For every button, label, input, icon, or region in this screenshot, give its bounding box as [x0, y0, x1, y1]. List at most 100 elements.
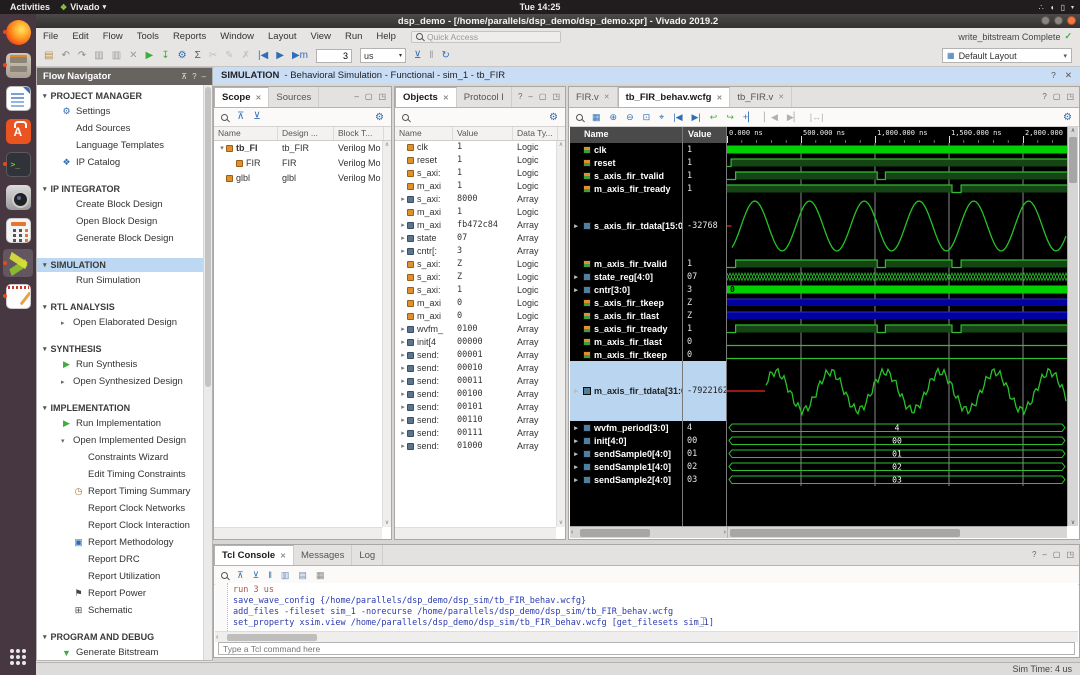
gear-icon[interactable]: ⚙: [549, 112, 558, 123]
title-bar[interactable]: dsp_demo - [/home/parallels/dsp_demo/dsp…: [36, 14, 1080, 28]
column-header-design[interactable]: Design ...: [278, 127, 334, 140]
close-icon[interactable]: ✕: [443, 94, 449, 102]
scope-hscrollbar[interactable]: [214, 527, 382, 539]
signal-value[interactable]: 1: [683, 182, 726, 195]
column-header-name[interactable]: Name: [214, 127, 278, 140]
signal-value[interactable]: 1: [683, 257, 726, 270]
zoom-fit-icon[interactable]: ⊡: [643, 113, 651, 122]
signal-name-row[interactable]: ▸m_axis_fir_tdata[31:0]: [570, 361, 682, 421]
panel-button[interactable]: ✕: [1065, 70, 1072, 81]
signal-value[interactable]: 01: [683, 447, 726, 460]
prev-marker-icon[interactable]: ▏◀: [764, 113, 778, 122]
panel-button[interactable]: ?: [192, 72, 196, 81]
network-icon[interactable]: ∴: [1039, 3, 1044, 12]
step-icon[interactable]: ⊻: [414, 51, 421, 61]
run-for-icon[interactable]: ▶m: [292, 51, 308, 61]
signal-name-row[interactable]: s_axis_fir_tvalid: [570, 169, 682, 182]
flow-item-report-utilization[interactable]: Report Utilization: [37, 568, 203, 585]
signal-value[interactable]: 0: [683, 335, 726, 348]
panel-button[interactable]: ▢: [1053, 550, 1061, 559]
flow-item-run-implementation[interactable]: ▶Run Implementation: [37, 415, 203, 432]
close-icon[interactable]: ✕: [256, 94, 262, 102]
prev-transition-icon[interactable]: |◀: [673, 113, 682, 122]
wave-plot-area[interactable]: 0400010203: [727, 143, 1067, 526]
wave-timeline[interactable]: 0.000 ns500.000 ns1,000.000 ns1,500.000 …: [727, 127, 1067, 143]
minimize-button[interactable]: [1041, 16, 1050, 25]
files-launcher[interactable]: [3, 51, 33, 79]
signal-value[interactable]: -7922162: [683, 361, 726, 421]
panel-button[interactable]: –: [202, 72, 206, 81]
flow-section-ip-integrator[interactable]: ▾IP INTEGRATOR: [37, 182, 203, 196]
tcl-tab-tcl-console[interactable]: Tcl Console✕: [214, 545, 294, 565]
signal-name-row[interactable]: ▸wvfm_period[3:0]: [570, 421, 682, 434]
search-icon[interactable]: [402, 114, 409, 121]
flow-section-rtl-analysis[interactable]: ▾RTL ANALYSIS: [37, 300, 203, 314]
flow-item-generate-block-design[interactable]: Generate Block Design: [37, 230, 203, 247]
menu-view[interactable]: View: [304, 31, 338, 42]
scope-row[interactable]: FIRFIRVerilog Mo: [214, 156, 382, 171]
wave-tab-tb-fir-v[interactable]: tb_FIR.v✕: [730, 87, 792, 107]
close-icon[interactable]: ✕: [778, 93, 784, 101]
panel-button[interactable]: ◳: [1066, 550, 1074, 559]
signal-name-row[interactable]: reset: [570, 156, 682, 169]
flow-item-schematic[interactable]: ⊞Schematic: [37, 602, 203, 619]
objects-row[interactable]: ▸send:00010Array: [395, 362, 556, 375]
menu-edit[interactable]: Edit: [65, 31, 95, 42]
close-button[interactable]: [1067, 16, 1076, 25]
signal-name-row[interactable]: s_axis_fir_tlast: [570, 309, 682, 322]
objects-row[interactable]: clk1Logic: [395, 141, 556, 154]
scope-tab-scope[interactable]: Scope✕: [214, 87, 269, 107]
signal-name-row[interactable]: ▸sendSample0[4:0]: [570, 447, 682, 460]
close-icon[interactable]: ✕: [716, 94, 722, 102]
cut-icon[interactable]: ✂: [209, 51, 217, 61]
copy-icon[interactable]: ▥: [94, 51, 103, 61]
next-transition-icon[interactable]: ▶|: [692, 113, 701, 122]
signal-value[interactable]: 0: [683, 348, 726, 361]
objects-tab-objects[interactable]: Objects✕: [395, 87, 457, 107]
gear-icon[interactable]: ⚙: [1063, 112, 1072, 123]
objects-row[interactable]: reset1Logic: [395, 154, 556, 167]
search-icon[interactable]: [576, 114, 583, 121]
tcl-output[interactable]: run 3 ussave_wave_config {/home/parallel…: [215, 583, 1078, 631]
calculator-launcher[interactable]: [3, 216, 33, 244]
panel-button[interactable]: ▢: [365, 92, 373, 101]
sum-icon[interactable]: Σ: [195, 51, 201, 61]
flow-item-open-elaborated-design[interactable]: ▸Open Elaborated Design: [37, 314, 203, 331]
signal-value[interactable]: Z: [683, 309, 726, 322]
vivado-launcher[interactable]: [3, 249, 33, 277]
tcl-command-input[interactable]: [218, 642, 1075, 655]
objects-hscrollbar[interactable]: [395, 527, 556, 539]
menu-run[interactable]: Run: [338, 31, 369, 42]
redo-icon[interactable]: ↷: [78, 51, 86, 61]
flow-section-project-manager[interactable]: ▾PROJECT MANAGER: [37, 89, 203, 103]
flow-item-language-templates[interactable]: Language Templates: [37, 137, 203, 154]
layout-select[interactable]: ▦ Default Layout ▾: [942, 48, 1072, 63]
panel-button[interactable]: –: [528, 92, 532, 101]
flow-item-report-clock-interaction[interactable]: Report Clock Interaction: [37, 517, 203, 534]
libreoffice-writer-launcher[interactable]: [3, 84, 33, 112]
tcl-tab-messages[interactable]: Messages: [294, 545, 352, 565]
objects-row[interactable]: ▸cntr[:3Array: [395, 245, 556, 258]
objects-row[interactable]: ▸wvfm_0100Array: [395, 323, 556, 336]
objects-row[interactable]: s_axi:1Logic: [395, 284, 556, 297]
notes-launcher[interactable]: [3, 282, 33, 310]
column-header-name[interactable]: Name: [395, 127, 453, 140]
column-header-value[interactable]: Value: [453, 127, 513, 140]
signal-name-row[interactable]: ▸state_reg[4:0]: [570, 270, 682, 283]
objects-row[interactable]: m_axi1Logic: [395, 206, 556, 219]
open-folder-icon[interactable]: ▤: [44, 51, 53, 61]
objects-tab-protocol-i[interactable]: Protocol I: [457, 87, 512, 107]
panel-button[interactable]: –: [1042, 550, 1046, 559]
step-into-icon[interactable]: ↧: [161, 51, 169, 61]
pause-icon[interactable]: ‖: [268, 571, 272, 580]
show-applications-launcher[interactable]: [3, 643, 33, 671]
objects-row[interactable]: ▸send:01000Array: [395, 440, 556, 453]
objects-row[interactable]: ▸send:00001Array: [395, 349, 556, 362]
menu-tools[interactable]: Tools: [130, 31, 166, 42]
expand-all-icon[interactable]: ⊻: [253, 112, 260, 122]
add-marker-icon[interactable]: +▏: [743, 113, 755, 122]
clock[interactable]: Tue 14:25: [520, 2, 561, 12]
maximize-button[interactable]: [1054, 16, 1063, 25]
time-unit-select[interactable]: us ▾: [360, 48, 406, 63]
panel-button[interactable]: –: [354, 92, 358, 101]
